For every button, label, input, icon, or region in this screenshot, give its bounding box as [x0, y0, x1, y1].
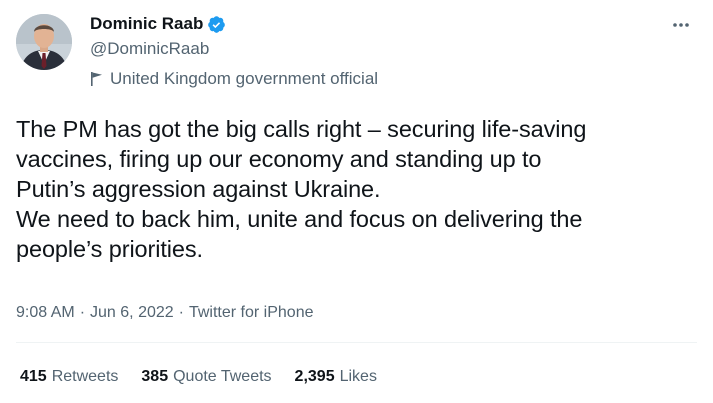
meta-separator: ·	[79, 304, 86, 321]
engagement-stats: 415 Retweets 385 Quote Tweets 2,395 Like…	[20, 366, 400, 388]
handle[interactable]: @DominicRaab	[90, 38, 378, 60]
meta-separator: ·	[178, 304, 184, 321]
name-row: Dominic Raab	[90, 12, 378, 36]
display-name[interactable]: Dominic Raab	[90, 14, 203, 34]
retweets-label: Retweets	[51, 368, 119, 385]
retweets-stat[interactable]: 415 Retweets	[20, 368, 118, 386]
more-dots-icon	[672, 15, 690, 33]
tweet-card: Dominic Raab @DominicRaab United Kingdom…	[0, 0, 713, 403]
divider	[16, 342, 697, 343]
likes-stat[interactable]: 2,395 Likes	[295, 368, 377, 386]
affiliation-label: United Kingdom government official	[110, 69, 379, 88]
retweets-count: 415	[20, 368, 47, 385]
quote-tweets-label: Quote Tweets	[173, 368, 272, 385]
more-options-button[interactable]	[669, 12, 693, 36]
likes-label: Likes	[339, 368, 377, 385]
tweet-source[interactable]: Twitter for iPhone	[189, 304, 314, 322]
tweet-text: The PM has got the big calls right – sec…	[16, 116, 587, 262]
author-block: Dominic Raab @DominicRaab United Kingdom…	[90, 12, 378, 90]
tweet-meta: 9:08 AM · Jun 6, 2022 · Twitter for iPho…	[16, 302, 313, 324]
tweet-time[interactable]: 9:08 AM	[16, 304, 75, 322]
verified-badge-icon	[207, 15, 226, 34]
quote-tweets-stat[interactable]: 385 Quote Tweets	[141, 368, 271, 386]
tweet-date[interactable]: Jun 6, 2022	[90, 304, 174, 322]
likes-count: 2,395	[294, 368, 335, 385]
flag-icon	[90, 71, 104, 87]
affiliation: United Kingdom government official	[90, 68, 378, 90]
avatar[interactable]	[16, 14, 72, 70]
quote-tweets-count: 385	[141, 368, 169, 385]
